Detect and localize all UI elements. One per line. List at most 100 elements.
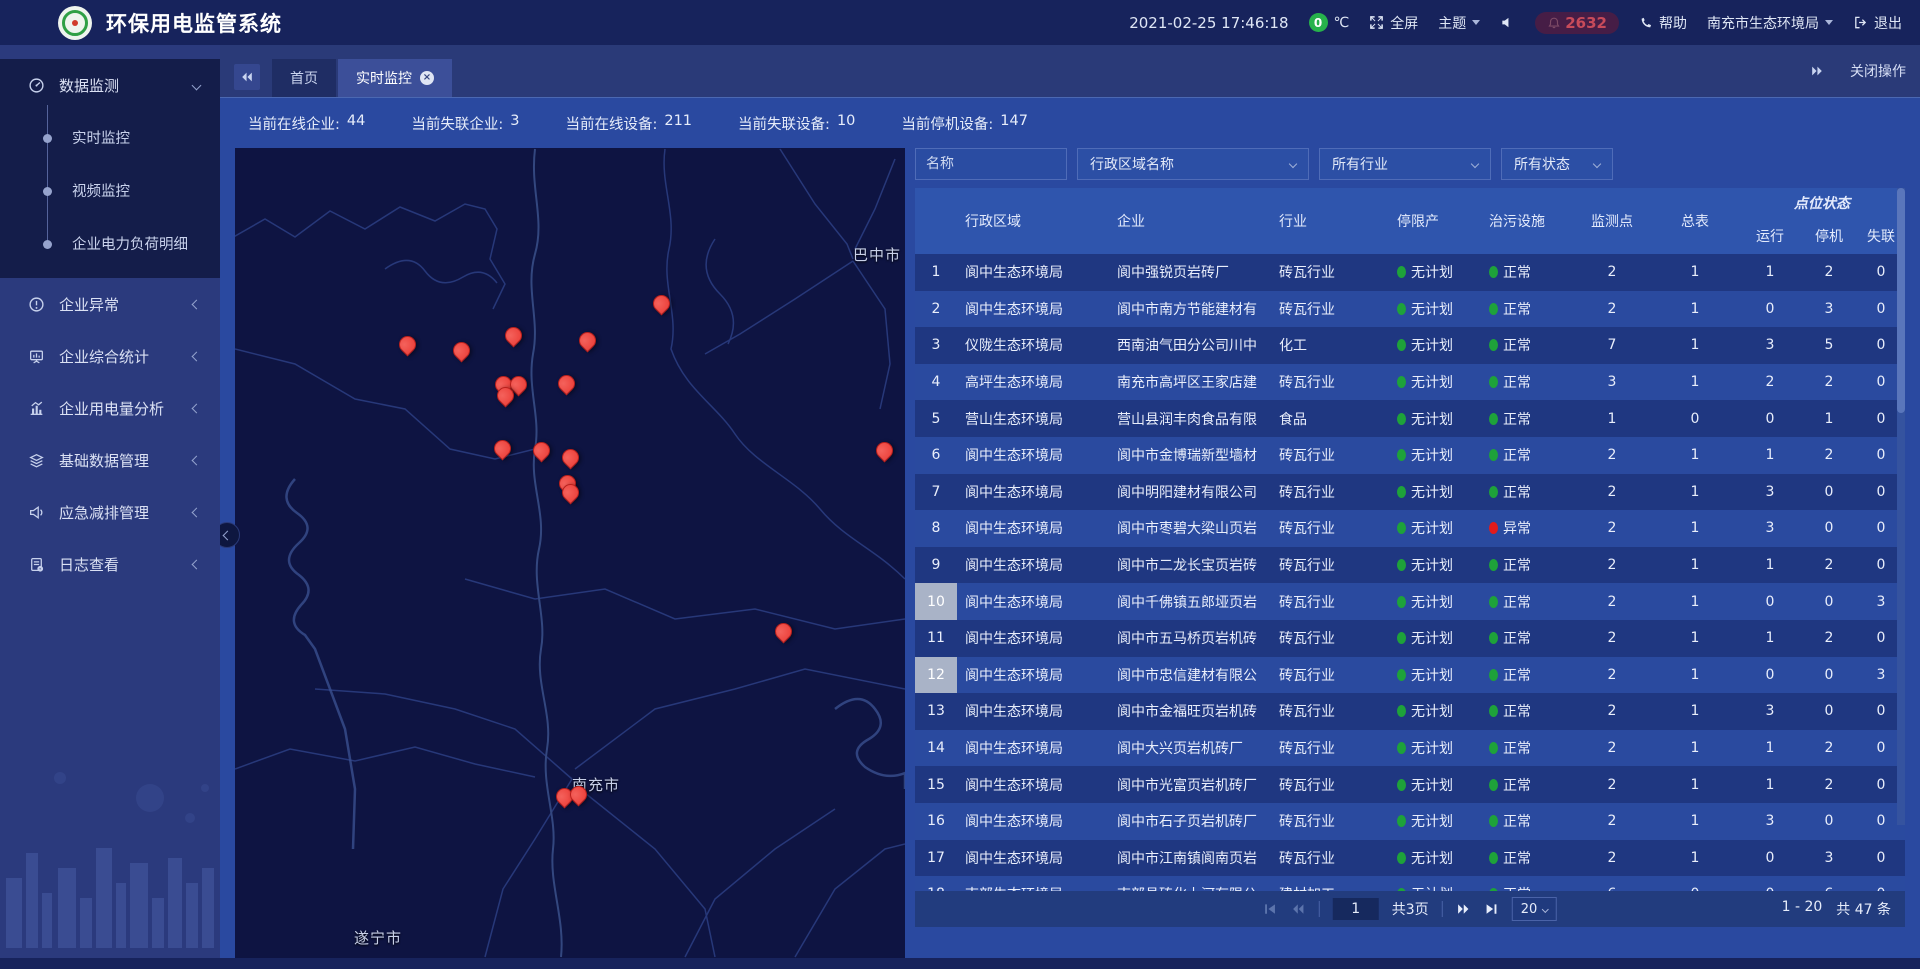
table-row-17[interactable]: 17阆中生态环境局阆中市江南镇阆南页岩砖瓦行业无计划正常21030: [915, 840, 1905, 877]
table-row-12[interactable]: 12阆中生态环境局阆中市忠信建材有限公砖瓦行业无计划正常21003: [915, 657, 1905, 694]
cell-facility-status: 正常: [1481, 730, 1573, 767]
table-row-18[interactable]: 18南部生态环境局南部县砖化上河有限公建材加工无计划正常60060: [915, 876, 1905, 891]
cell-stop-status: 无计划: [1389, 693, 1481, 730]
sidebar-item-3[interactable]: 企业用电量分析: [0, 382, 220, 434]
page-size-select[interactable]: 20: [1512, 897, 1558, 921]
cell-company: 营山县润丰肉食品有限: [1109, 400, 1271, 437]
phone-icon: [1639, 16, 1653, 30]
row-index: 10: [915, 583, 957, 620]
table-row-1[interactable]: 1阆中生态环境局阆中强锐页岩砖厂砖瓦行业无计划正常21120: [915, 254, 1905, 291]
last-page-button[interactable]: [1484, 903, 1499, 915]
table-row-7[interactable]: 7阆中生态环境局阆中明阳建材有限公司砖瓦行业无计划正常21300: [915, 474, 1905, 511]
sidebar-submenu: 实时监控视频监控企业电力负荷明细: [0, 111, 220, 278]
status-dot-icon: [1489, 449, 1498, 461]
theme-dropdown[interactable]: 主题: [1438, 13, 1480, 33]
sidebar-subitem-0-1[interactable]: 视频监控: [0, 164, 220, 217]
cell-region: 阆中生态环境局: [957, 474, 1109, 511]
cell-stopped-count: 0: [1801, 583, 1857, 620]
org-dropdown[interactable]: 南充市生态环境局: [1707, 13, 1833, 33]
notification-badge[interactable]: 2632: [1535, 12, 1619, 34]
gauge-icon: [28, 77, 45, 94]
help-button[interactable]: 帮助: [1639, 13, 1687, 33]
cell-company: 阆中市五马桥页岩机砖: [1109, 620, 1271, 657]
table-row-16[interactable]: 16阆中生态环境局阆中市石子页岩机砖厂砖瓦行业无计划正常21300: [915, 803, 1905, 840]
chevron-down-icon: [1289, 160, 1297, 168]
cell-industry: 食品: [1271, 400, 1389, 437]
column-header: 行政区域: [957, 188, 1109, 254]
table-row-15[interactable]: 15阆中生态环境局阆中市光富页岩机砖厂砖瓦行业无计划正常21120: [915, 766, 1905, 803]
page-number-input[interactable]: [1333, 898, 1379, 920]
cell-stopped-count: 0: [1801, 657, 1857, 694]
table-row-11[interactable]: 11阆中生态环境局阆中市五马桥页岩机砖砖瓦行业无计划正常21120: [915, 620, 1905, 657]
cell-company: 阆中市南方节能建材有: [1109, 291, 1271, 328]
bell-icon: [1547, 16, 1561, 30]
status-dot-icon: [1397, 376, 1406, 388]
cell-company: 西南油气田分公司川中: [1109, 327, 1271, 364]
sidebar-subitem-0-2[interactable]: 企业电力负荷明细: [0, 217, 220, 270]
cell-run-count: 1: [1739, 620, 1801, 657]
cell-stop-status: 无计划: [1389, 474, 1481, 511]
industry-filter-select[interactable]: 所有行业: [1319, 148, 1491, 180]
table-row-9[interactable]: 9阆中生态环境局阆中市二龙长宝页岩砖砖瓦行业无计划正常21120: [915, 547, 1905, 584]
chevron-down-icon: [1542, 905, 1549, 912]
cell-region: 阆中生态环境局: [957, 693, 1109, 730]
sidebar-item-6[interactable]: 日志查看: [0, 538, 220, 590]
table-row-5[interactable]: 5营山生态环境局营山县润丰肉食品有限食品无计划正常10010: [915, 400, 1905, 437]
table-header: 行政区域企业行业停限产治污设施监测点总表点位状态运行停机失联: [915, 188, 1905, 254]
mute-button[interactable]: [1500, 15, 1515, 30]
sidebar-item-1[interactable]: 企业异常: [0, 278, 220, 330]
scrollbar-thumb[interactable]: [1897, 188, 1905, 413]
chevron-down-icon: [1593, 160, 1601, 168]
tabs-scroll-right-button[interactable]: [1810, 65, 1824, 77]
status-label: 正常: [1503, 665, 1531, 685]
sidebar-item-5[interactable]: 应急减排管理: [0, 486, 220, 538]
logout-button[interactable]: 退出: [1853, 13, 1902, 33]
region-filter-select[interactable]: 行政区域名称: [1077, 148, 1309, 180]
tab-home[interactable]: 首页: [272, 59, 336, 97]
close-operations-button[interactable]: 关闭操作: [1850, 61, 1906, 81]
tab-realtime-monitor[interactable]: 实时监控 ×: [338, 59, 452, 97]
status-label: 无计划: [1411, 738, 1453, 758]
bullet-dot-icon: [43, 134, 52, 143]
table-row-4[interactable]: 4高坪生态环境局南充市高坪区王家店建砖瓦行业无计划正常31220: [915, 364, 1905, 401]
cell-company: 阆中市石子页岩机砖厂: [1109, 803, 1271, 840]
sidebar-subitem-0-0[interactable]: 实时监控: [0, 111, 220, 164]
sidebar-item-2[interactable]: 企业综合统计: [0, 330, 220, 382]
double-chevron-left-icon: [240, 71, 254, 83]
cell-facility-status: 正常: [1481, 766, 1573, 803]
table-row-3[interactable]: 3仪陇生态环境局西南油气田分公司川中化工无计划正常71350: [915, 327, 1905, 364]
tabs-scroll-left-button[interactable]: [234, 64, 260, 90]
sidebar-item-4[interactable]: 基础数据管理: [0, 434, 220, 486]
sidebar-item-0[interactable]: 数据监测: [0, 59, 220, 111]
tab-close-icon[interactable]: ×: [420, 71, 434, 85]
cell-stopped-count: 0: [1801, 803, 1857, 840]
table-row-14[interactable]: 14阆中生态环境局阆中大兴页岩机砖厂砖瓦行业无计划正常21120: [915, 730, 1905, 767]
table-row-10[interactable]: 10阆中生态环境局阆中千佛镇五郎垭页岩砖瓦行业无计划正常21003: [915, 583, 1905, 620]
status-label: 无计划: [1411, 445, 1453, 465]
table-row-2[interactable]: 2阆中生态环境局阆中市南方节能建材有砖瓦行业无计划正常21030: [915, 291, 1905, 328]
prev-page-button[interactable]: [1291, 903, 1306, 915]
cell-stopped-count: 0: [1801, 693, 1857, 730]
row-index: 9: [915, 547, 957, 584]
table-row-8[interactable]: 8阆中生态环境局阆中市枣碧大梁山页岩砖瓦行业无计划异常21300: [915, 510, 1905, 547]
first-page-button[interactable]: [1263, 903, 1278, 915]
next-page-button[interactable]: [1456, 903, 1471, 915]
page-size-value: 20: [1521, 902, 1538, 917]
cell-facility-status: 正常: [1481, 291, 1573, 328]
cell-run-count: 1: [1739, 730, 1801, 767]
cell-meter-count: 1: [1651, 657, 1739, 694]
status-filter-select[interactable]: 所有状态: [1501, 148, 1613, 180]
cell-run-count: 0: [1739, 876, 1801, 891]
cell-stop-status: 无计划: [1389, 840, 1481, 877]
status-label: 正常: [1503, 445, 1531, 465]
table-row-13[interactable]: 13阆中生态环境局阆中市金福旺页岩机砖砖瓦行业无计划正常21300: [915, 693, 1905, 730]
name-filter-input[interactable]: [915, 148, 1067, 180]
bottom-strip: [0, 958, 1920, 969]
table-row-6[interactable]: 6阆中生态环境局阆中市金博瑞新型墙材砖瓦行业无计划正常21120: [915, 437, 1905, 474]
logout-label: 退出: [1874, 13, 1902, 33]
cell-region: 阆中生态环境局: [957, 803, 1109, 840]
map-panel[interactable]: 巴中市南充市遂宁市: [235, 148, 905, 958]
table-scrollbar[interactable]: [1897, 188, 1905, 825]
fullscreen-button[interactable]: 全屏: [1369, 13, 1418, 33]
sidebar-menu: 数据监测实时监控视频监控企业电力负荷明细企业异常企业综合统计企业用电量分析基础数…: [0, 45, 220, 590]
